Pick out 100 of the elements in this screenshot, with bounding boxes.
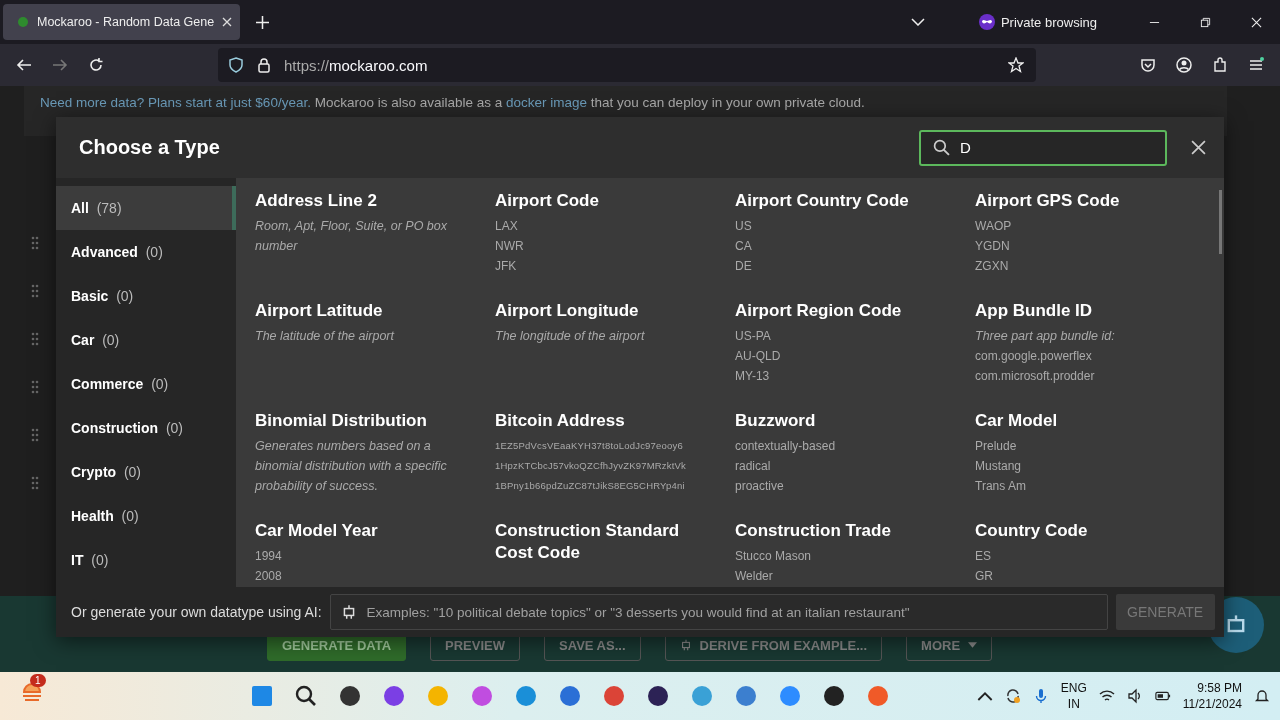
chevron-down-icon[interactable] [910,18,925,26]
category-item[interactable]: Basic (0) [56,274,232,318]
drag-handle-icon[interactable] [30,332,40,346]
example-value: 2008 [255,568,283,585]
example-value: JFK [495,258,518,275]
url-text: https://mockaroo.com [284,56,428,74]
type-name[interactable]: Airport Code [495,190,715,212]
language-indicator[interactable]: ENG IN [1060,680,1087,712]
type-name[interactable]: Airport Country Code [735,190,955,212]
example-value: CA [735,238,753,255]
reload-icon[interactable] [88,57,104,73]
new-tab-icon[interactable] [256,15,270,29]
browser-tab[interactable]: Mockaroo - Random Data Gene [3,4,241,40]
dialog-title: Choose a Type [79,136,220,159]
type-name[interactable]: App Bundle ID [975,300,1195,322]
type-name[interactable]: Car Model Year [255,520,475,542]
example-value: 1BPny1b66pdZuZC87tJikS8EG5CHRYp4ni [495,479,686,493]
category-item[interactable]: Crypto (0) [56,450,232,494]
volume-icon[interactable] [1126,688,1143,704]
example-value: 1EZ5PdVcsVEaaKYH37t8toLodJc97eooy6 [495,439,684,453]
mask-icon [978,14,995,30]
example-value: NWR [495,238,525,255]
drag-handle-icon[interactable] [30,428,40,442]
example-value: 1994 [255,548,283,565]
notice-link[interactable]: Need more data? Plans start at just $60/year. [40,95,311,110]
private-browsing-label: Private browsing [1000,14,1097,30]
example-value: Mustang [975,458,1023,475]
example-value: com.google.powerflex [975,348,1093,365]
example-value: US [735,218,753,235]
category-item[interactable]: IT (0) [56,538,232,582]
ai-label: Or generate your own datatype using AI: [71,604,322,620]
type-name[interactable]: Binomial Distribution [255,410,475,432]
restore-icon[interactable] [1200,16,1211,28]
example-value: Prelude [975,438,1018,455]
category-item[interactable]: Health (0) [56,494,232,538]
search-icon [933,139,950,156]
pocket-icon[interactable] [1140,57,1156,73]
robot-icon [679,639,692,651]
close-icon[interactable] [1191,140,1206,155]
address-bar[interactable]: https://mockaroo.com [218,48,1036,82]
type-name[interactable]: Construction Standard Cost Code [495,520,715,564]
notice-link[interactable]: docker image [506,95,588,110]
drag-handle-icon[interactable] [30,236,40,250]
category-item[interactable]: All (78) [56,186,232,230]
example-value: AU-QLD [735,348,782,365]
type-name[interactable]: Airport Latitude [255,300,475,322]
example-value: Welder [735,568,774,585]
type-name[interactable]: Airport GPS Code [975,190,1195,212]
example-value: US-PA [735,328,772,345]
category-item[interactable]: Commerce (0) [56,362,232,406]
type-name[interactable]: Airport Longitude [495,300,715,322]
search-field[interactable]: D [919,129,1167,166]
favicon-icon [17,16,29,28]
category-item[interactable]: Car (0) [56,318,232,362]
example-value: YGDN [975,238,1011,255]
category-item[interactable]: Advanced (0) [56,230,232,274]
type-description: Room, Apt, Floor, Suite, or PO box number [255,218,448,255]
type-name[interactable]: Bitcoin Address [495,410,715,432]
forward-icon[interactable] [52,57,68,73]
type-description: Three part app bundle id: [975,328,1116,345]
drag-handle-icon[interactable] [30,476,40,490]
example-value: com.microsoft.prodder [975,368,1096,385]
tab-title: Mockaroo - Random Data Gene [37,15,215,29]
type-description: The longitude of the airport [495,328,646,345]
back-icon[interactable] [16,57,32,73]
caret-icon [968,642,978,648]
type-name[interactable]: Country Code [975,520,1195,542]
close-icon[interactable] [222,17,233,27]
extensions-icon[interactable] [1212,57,1228,73]
example-value: DE [735,258,753,275]
example-value: Stucco Mason [735,548,813,565]
type-name[interactable]: Car Model [975,410,1195,432]
type-name[interactable]: Address Line 2 [255,190,475,212]
type-name[interactable]: Construction Trade [735,520,955,542]
shield-icon [228,57,244,73]
example-value: radical [735,458,772,475]
notification-bell-icon[interactable] [1254,688,1270,704]
menu-icon[interactable] [1248,57,1264,73]
account-icon[interactable] [1176,57,1192,73]
notification-badge: 1 [30,674,46,687]
type-name[interactable]: Airport Region Code [735,300,955,322]
example-value: 1HpzKTCbcJ57vkoQZCfhJyvZK97MRzktVk [495,459,688,473]
type-description: The latitude of the airport [255,328,396,345]
example-value: LAX [495,218,519,235]
clock[interactable]: 9:58 PM 11/21/2024 [1182,680,1242,712]
drag-handle-icon[interactable] [30,284,40,298]
ai-prompt-input[interactable]: Examples: "10 political debate topics" or "3 desserts you would find at an italian restaurant" [366,596,1097,628]
lock-icon [256,57,272,73]
example-value: contextually-based [735,438,837,455]
search-icon[interactable] [294,684,318,708]
example-value: MY-13 [735,368,771,385]
drag-handle-icon[interactable] [30,380,40,394]
ai-prompt-field[interactable]: Examples: "10 political debate topics" or "3 desserts you would find at an italian restaurant" [329,594,1108,630]
example-value: WAOP [975,218,1013,235]
type-name[interactable]: Buzzword [735,410,955,432]
category-item[interactable]: Construction (0) [56,406,232,450]
star-icon[interactable] [1008,57,1024,73]
sync-icon[interactable] [1004,688,1021,704]
example-value: Trans Am [975,478,1027,495]
type-description: Generates numbers based on a binomial distribution with a specific probability of success. [255,438,448,495]
